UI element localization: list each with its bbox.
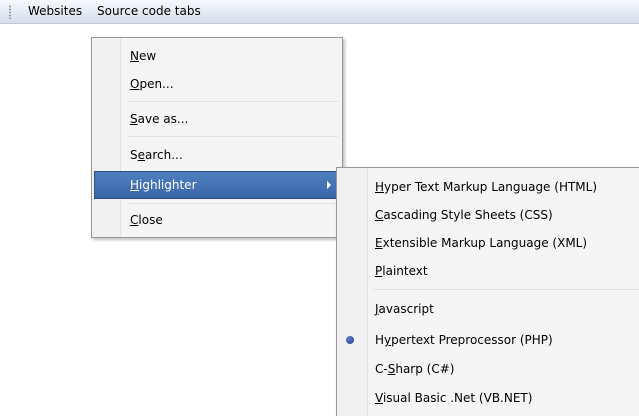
highlighter-item-javascript[interactable]: Javascript [339,295,637,323]
highlighter-submenu: Hyper Text Markup Language (HTML) Cascad… [336,167,639,416]
menu-item-highlighter[interactable]: Highlighter [94,171,340,199]
highlighter-item-csharp[interactable]: C-Sharp (C#) [339,355,637,383]
selected-radio-icon [346,336,354,344]
highlighter-item-html[interactable]: Hyper Text Markup Language (HTML) [339,173,637,201]
menu-item-save-as[interactable]: Save as... [94,105,340,133]
menu-item-new[interactable]: New [94,42,340,70]
highlighter-item-vbnet[interactable]: Visual Basic .Net (VB.NET) [339,384,637,412]
highlighter-item-xml[interactable]: Extensible Markup Language (XML) [339,229,637,257]
menu-separator [128,136,338,137]
highlighter-item-css[interactable]: Cascading Style Sheets (CSS) [339,201,637,229]
menu-item-search[interactable]: Search... [94,141,340,169]
menu-source-code-tabs[interactable]: Source code tabs [97,0,201,23]
toolbar-grip-icon[interactable] [9,5,11,19]
menu-separator [128,203,338,204]
menu-item-close[interactable]: Close [94,206,340,234]
menu-bar: Websites Source code tabs [0,0,639,24]
menu-separator [373,289,639,290]
menu-separator [128,101,338,102]
submenu-arrow-icon [327,181,331,189]
menu-item-open[interactable]: Open... [94,70,340,98]
highlighter-item-plaintext[interactable]: Plaintext [339,257,637,285]
source-code-tabs-menu: New Open... Save as... Search... Highlig… [91,37,343,238]
menu-websites[interactable]: Websites [28,0,82,23]
highlighter-item-php[interactable]: Hypertext Preprocessor (PHP) [339,326,637,354]
